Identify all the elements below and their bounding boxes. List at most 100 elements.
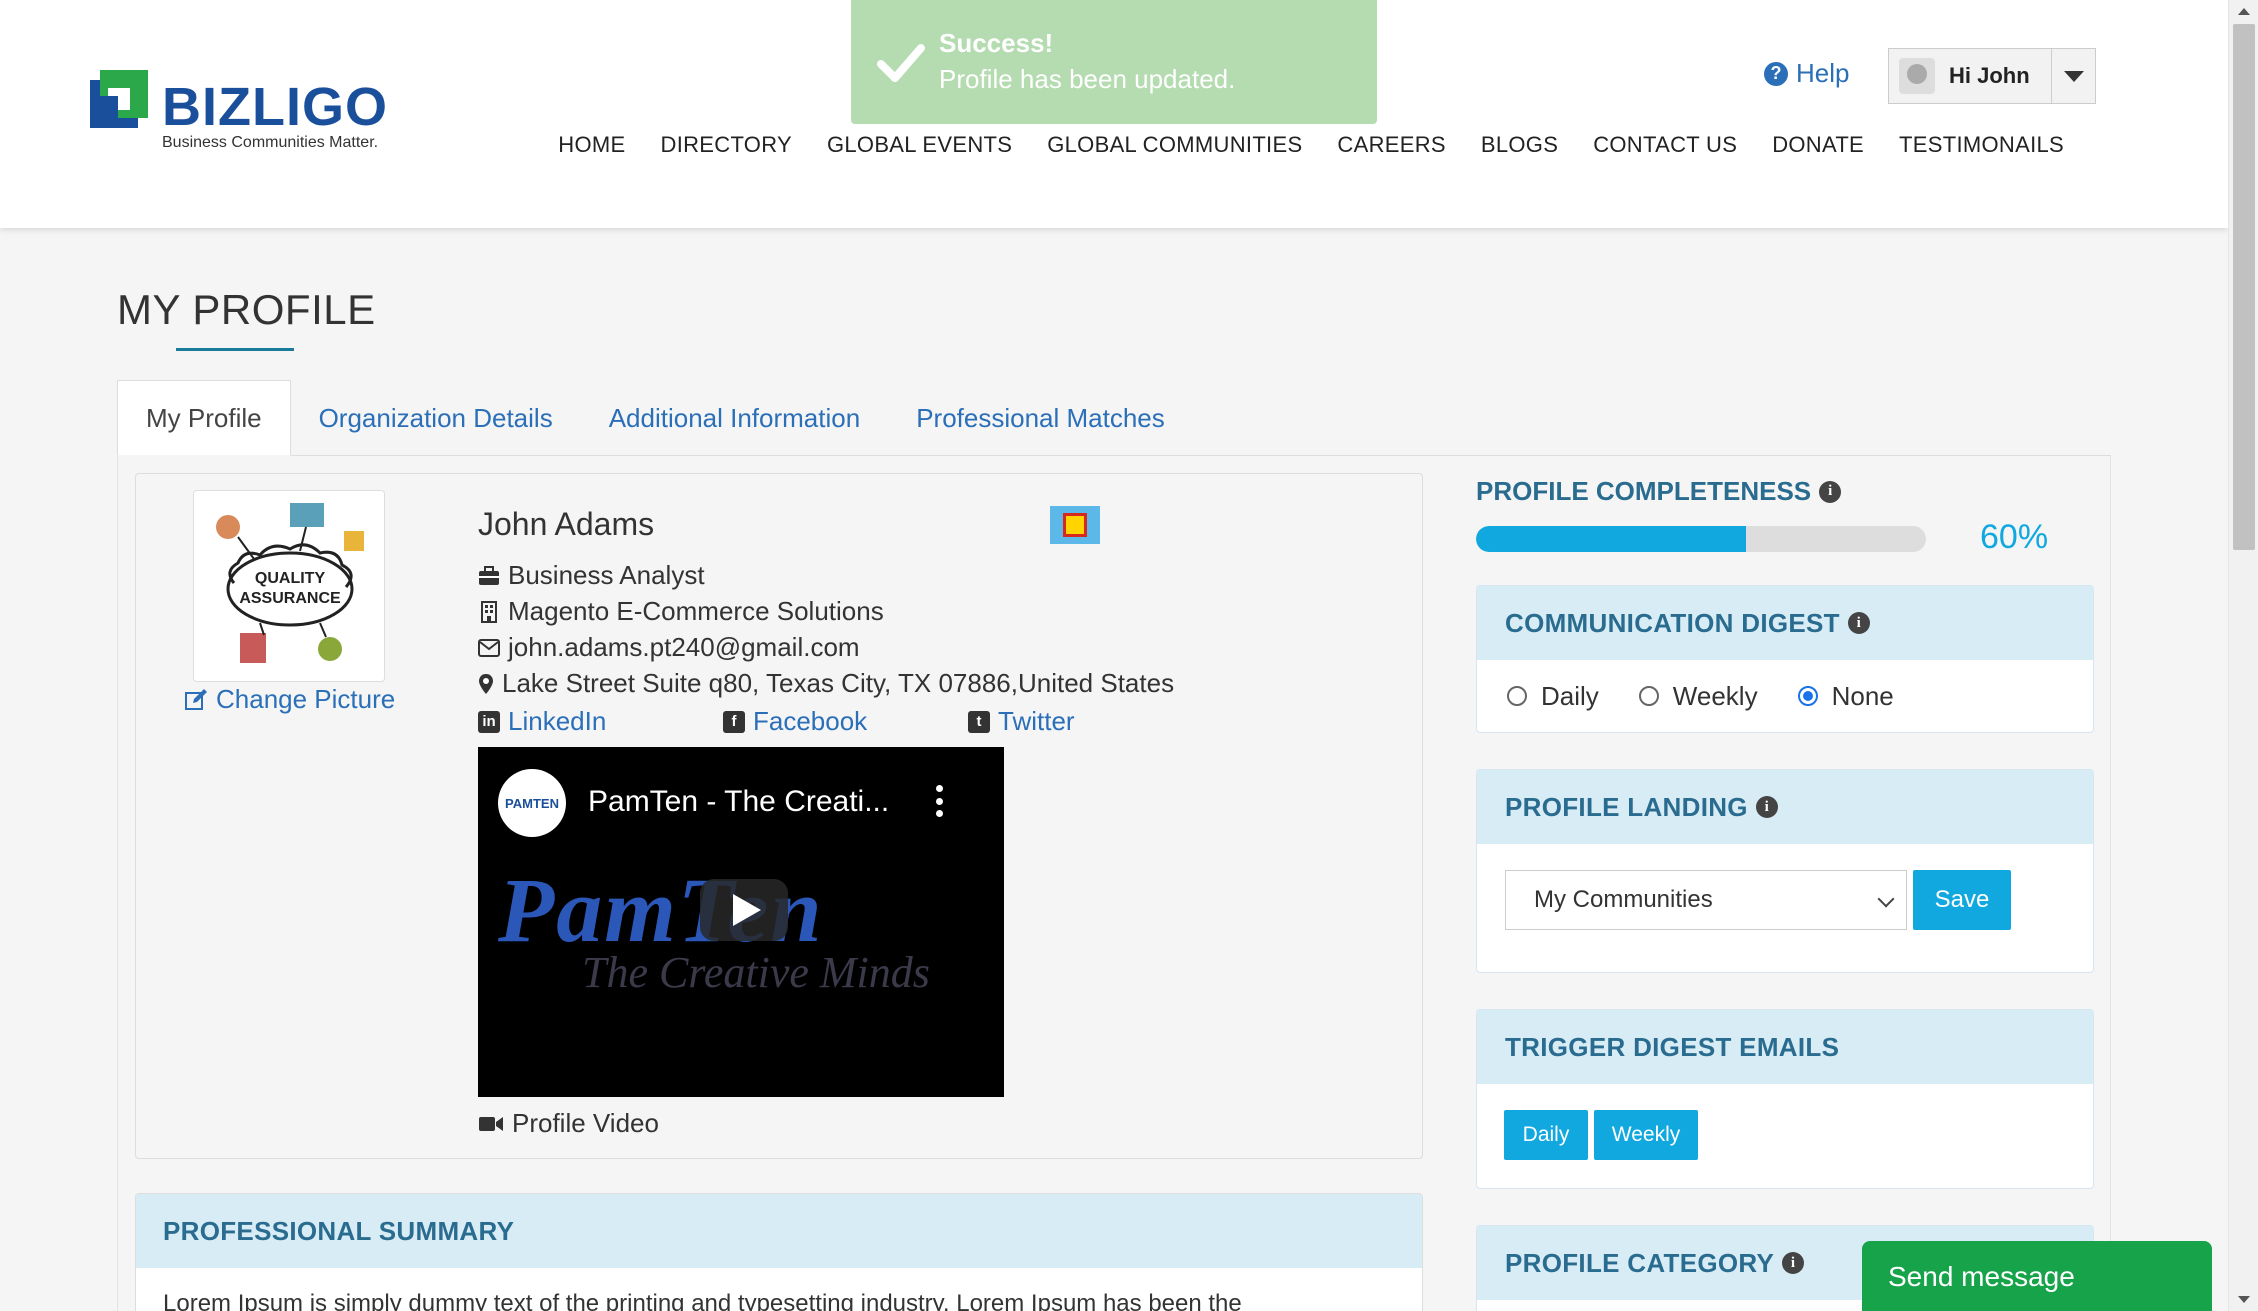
digest-radio-group: Daily Weekly None: [1477, 660, 2093, 732]
user-menu-dropdown[interactable]: [2051, 49, 2095, 103]
tab-additional-information[interactable]: Additional Information: [581, 380, 888, 456]
toast-title: Success!: [939, 28, 1054, 58]
page-title: MY PROFILE: [117, 286, 376, 333]
profile-video-player[interactable]: PAMTEN PamTen - The Creati... PamTen The…: [478, 747, 1004, 1097]
more-options-icon[interactable]: [936, 785, 944, 817]
user-avatar: [1899, 58, 1935, 94]
nav-careers[interactable]: CAREERS: [1337, 132, 1445, 158]
communication-digest-panel: COMMUNICATION DIGEST i Daily Weekly None: [1476, 585, 2094, 733]
trigger-weekly-button[interactable]: Weekly: [1594, 1110, 1698, 1160]
profile-landing-heading: PROFILE LANDING i: [1477, 770, 2093, 844]
radio-weekly[interactable]: [1638, 686, 1659, 706]
scroll-down-icon[interactable]: [2238, 1296, 2250, 1303]
bizligo-logo[interactable]: BIZLIGO Business Communities Matter.: [90, 66, 410, 166]
facebook-icon: f: [723, 710, 745, 733]
video-title[interactable]: PamTen - The Creati...: [588, 785, 889, 819]
channel-logo[interactable]: PAMTEN: [498, 769, 566, 837]
profile-landing-label: PROFILE LANDING: [1505, 791, 1748, 822]
checkmark-icon: [877, 44, 925, 82]
job-title-row: Business Analyst: [478, 560, 705, 591]
video-subtitle-text: The Creative Minds: [582, 948, 930, 997]
job-title: Business Analyst: [508, 560, 705, 590]
nav-testimonails[interactable]: TESTIMONAILS: [1899, 132, 2064, 158]
profile-completeness-heading: PROFILE COMPLETENESS i: [1476, 476, 1842, 507]
professional-summary-panel: PROFESSIONAL SUMMARY Lorem Ipsum is simp…: [135, 1193, 1423, 1311]
email-address: john.adams.pt240@gmail.com: [508, 632, 860, 662]
company-name: Magento E-Commerce Solutions: [508, 596, 884, 626]
twitter-label: Twitter: [998, 706, 1075, 736]
profile-completeness-bar: [1476, 526, 1926, 552]
digest-option-daily-label: Daily: [1541, 680, 1599, 711]
nav-contact-us[interactable]: CONTACT US: [1593, 132, 1737, 158]
info-icon[interactable]: i: [1819, 480, 1842, 503]
success-toast[interactable]: Success! Profile has been updated.: [851, 0, 1377, 124]
profile-landing-panel: PROFILE LANDING i My Communities Save: [1476, 769, 2094, 973]
professional-summary-heading: PROFESSIONAL SUMMARY: [136, 1194, 1422, 1268]
profile-landing-select[interactable]: My Communities: [1505, 870, 1907, 930]
play-icon: [733, 894, 761, 926]
briefcase-icon: [479, 565, 499, 585]
linkedin-link[interactable]: in LinkedIn: [478, 706, 606, 737]
company-row: Magento E-Commerce Solutions: [478, 596, 884, 627]
professional-summary-text: Lorem Ipsum is simply dummy text of the …: [163, 1290, 1242, 1311]
profile-tabs: My Profile Organization Details Addition…: [117, 380, 1193, 456]
chevron-down-icon: [1877, 890, 1895, 908]
twitter-link[interactable]: t Twitter: [968, 706, 1075, 737]
avatar-text-line2: ASSURANCE: [239, 590, 341, 607]
profile-completeness-fill: [1476, 526, 1746, 552]
video-caption-label: Profile Video: [512, 1108, 659, 1138]
communication-digest-heading: COMMUNICATION DIGEST i: [1477, 586, 2093, 660]
nav-home[interactable]: HOME: [558, 132, 625, 158]
help-link[interactable]: ? Help: [1764, 58, 1849, 89]
logo-wordmark: BIZLIGO: [162, 77, 388, 137]
nav-directory[interactable]: DIRECTORY: [661, 132, 792, 158]
toast-message: Profile has been updated.: [939, 64, 1236, 94]
title-underline: [176, 348, 294, 351]
digest-option-weekly[interactable]: Weekly: [1638, 680, 1758, 712]
digest-option-none[interactable]: None: [1797, 680, 1894, 712]
radio-daily[interactable]: [1507, 686, 1527, 706]
caret-down-icon: [2063, 70, 2084, 82]
building-icon: [481, 600, 497, 623]
info-icon[interactable]: i: [1847, 612, 1870, 634]
nav-blogs[interactable]: BLOGS: [1481, 132, 1558, 158]
digest-option-weekly-label: Weekly: [1672, 680, 1758, 711]
linkedin-icon: in: [478, 710, 500, 733]
profile-landing-selected: My Communities: [1534, 886, 1713, 913]
facebook-link[interactable]: f Facebook: [723, 706, 867, 737]
communication-digest-label: COMMUNICATION DIGEST: [1505, 607, 1840, 638]
user-menu[interactable]: Hi John: [1888, 48, 2096, 104]
map-marker-icon: [479, 673, 493, 694]
save-button[interactable]: Save: [1913, 870, 2011, 930]
change-picture-link[interactable]: Change Picture: [184, 684, 395, 715]
video-camera-icon: [479, 1116, 503, 1131]
trigger-digest-panel: TRIGGER DIGEST EMAILS Daily Weekly: [1476, 1009, 2094, 1189]
digest-option-none-label: None: [1831, 680, 1894, 711]
avatar-text-line1: QUALITY: [255, 570, 326, 587]
tab-professional-matches[interactable]: Professional Matches: [888, 380, 1193, 456]
trigger-digest-heading: TRIGGER DIGEST EMAILS: [1477, 1010, 2093, 1084]
trigger-daily-button[interactable]: Daily: [1504, 1110, 1588, 1160]
info-icon[interactable]: i: [1755, 796, 1778, 818]
scroll-thumb[interactable]: [2233, 24, 2255, 550]
tab-my-profile[interactable]: My Profile: [117, 380, 291, 456]
profile-completeness-label: PROFILE COMPLETENESS: [1476, 476, 1812, 506]
nav-global-events[interactable]: GLOBAL EVENTS: [827, 132, 1012, 158]
profile-name: John Adams: [478, 506, 655, 542]
flag-icon[interactable]: [1050, 506, 1100, 544]
nav-donate[interactable]: DONATE: [1772, 132, 1864, 158]
send-message-button[interactable]: Send message: [1862, 1241, 2212, 1311]
radio-none[interactable]: [1797, 686, 1818, 706]
tab-organization-details[interactable]: Organization Details: [291, 380, 581, 456]
profile-completeness-percent: 60%: [1980, 518, 2049, 556]
digest-option-daily[interactable]: Daily: [1507, 681, 1599, 712]
info-icon[interactable]: i: [1782, 1252, 1805, 1274]
email-row: john.adams.pt240@gmail.com: [478, 632, 860, 663]
profile-category-label: PROFILE CATEGORY: [1505, 1247, 1775, 1278]
logo-tagline: Business Communities Matter.: [162, 134, 379, 151]
page-scrollbar[interactable]: [2228, 0, 2258, 1311]
nav-global-communities[interactable]: GLOBAL COMMUNITIES: [1047, 132, 1302, 158]
main-nav: HOME DIRECTORY GLOBAL EVENTS GLOBAL COMM…: [558, 132, 2064, 158]
scroll-up-icon[interactable]: [2238, 8, 2250, 15]
play-button[interactable]: [700, 879, 788, 941]
